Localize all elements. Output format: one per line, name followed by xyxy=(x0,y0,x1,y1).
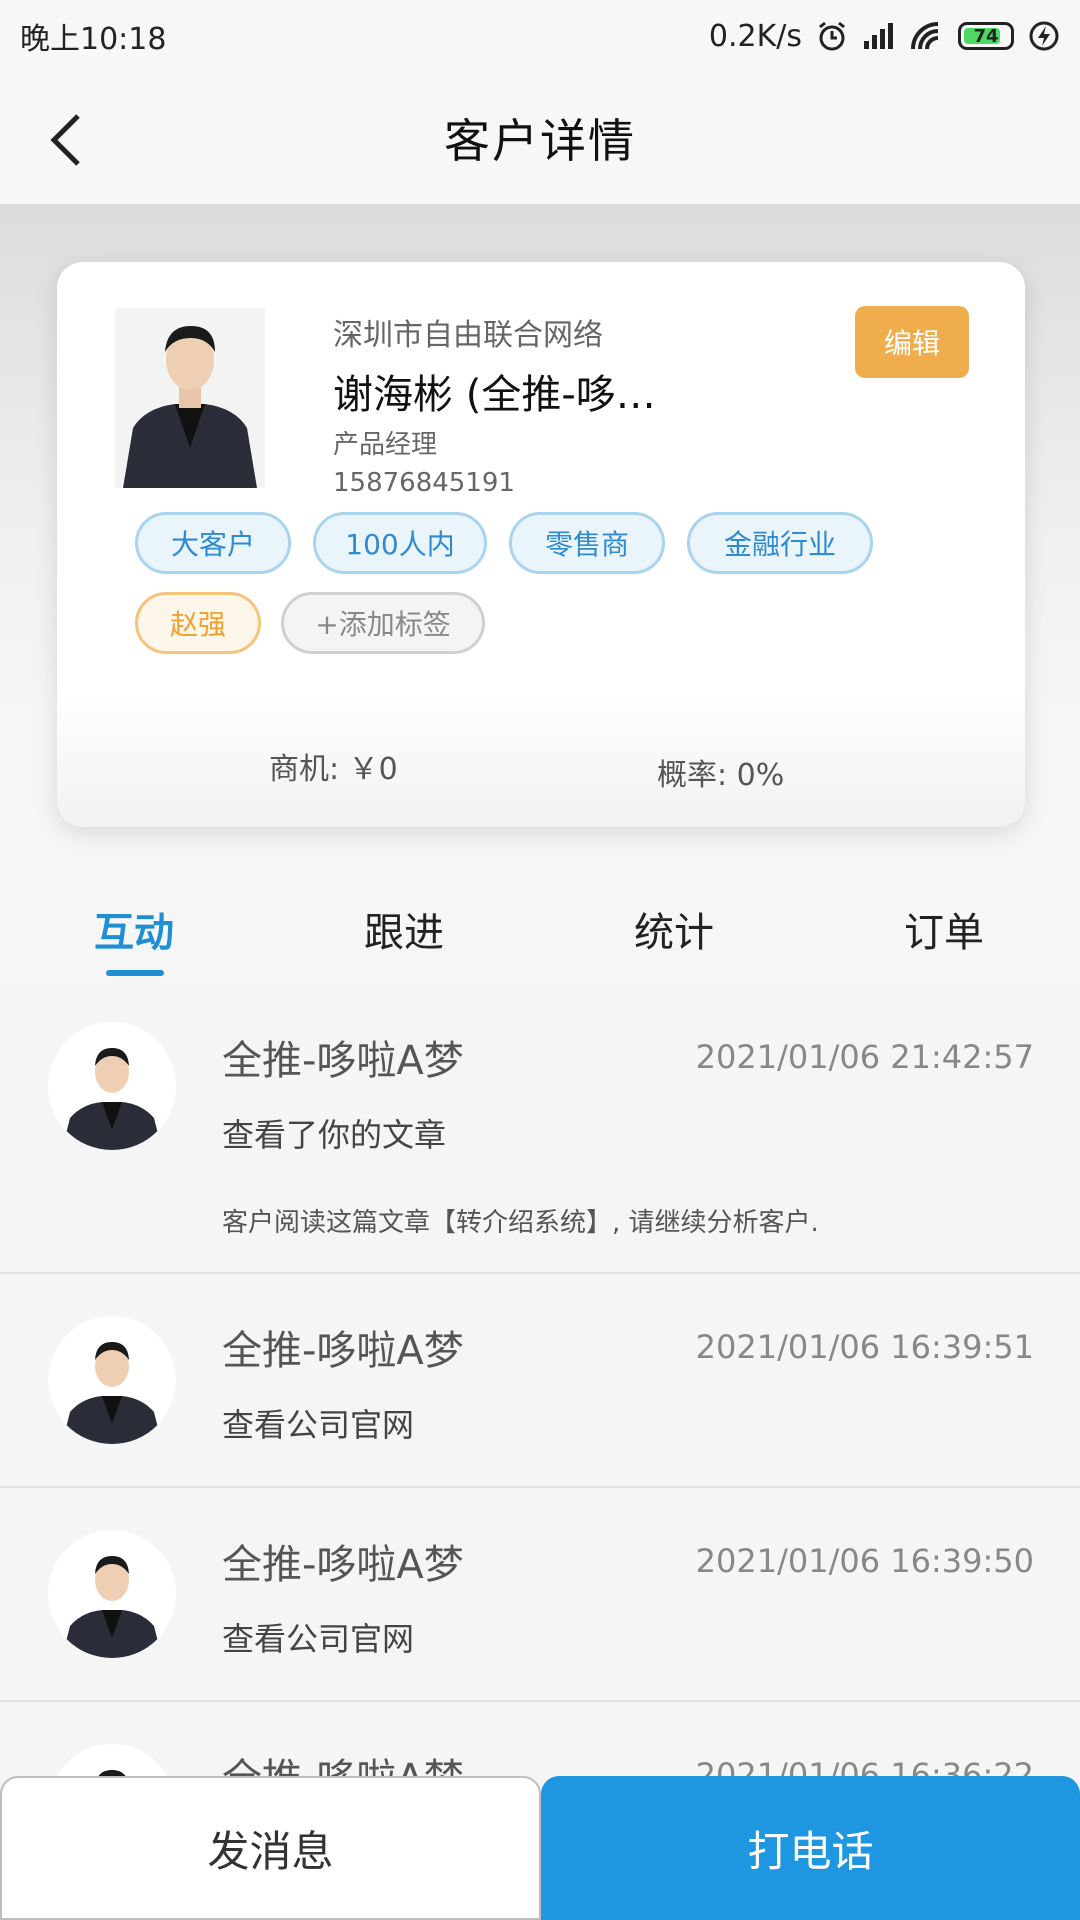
actor-name: 全推-哆啦A梦 xyxy=(222,1542,464,1588)
call-button[interactable]: 打电话 xyxy=(541,1776,1080,1920)
page-title: 客户详情 xyxy=(444,114,636,168)
actor-name: 全推-哆啦A梦 xyxy=(222,1038,464,1084)
battery-level: 74 xyxy=(973,25,999,47)
list-item[interactable]: 全推-哆啦A梦 2021/01/06 21:42:57 查看了你的文章 客户阅读… xyxy=(0,984,1080,1274)
tag-chip[interactable]: 大客户 xyxy=(135,512,291,574)
tag-chip[interactable]: 100人内 xyxy=(313,512,487,574)
add-tag-button[interactable]: +添加标签 xyxy=(281,592,485,654)
send-message-button[interactable]: 发消息 xyxy=(0,1776,541,1920)
company-name: 深圳市自由联合网络 xyxy=(333,318,603,353)
opportunity-value: 商机: ￥0 xyxy=(269,752,398,787)
actor-name: 全推-哆啦A梦 xyxy=(222,1328,464,1374)
back-arrow-icon xyxy=(50,114,80,166)
tab-orders[interactable]: 订单 xyxy=(904,900,984,958)
customer-detail-screen: 晚上10:18 0.2K/s 74 客户详情 深圳市自由联合网络 谢海彬 (全推… xyxy=(0,0,1080,1920)
phone-number[interactable]: 15876845191 xyxy=(333,468,515,498)
avatar xyxy=(48,1316,176,1444)
card-stats: 商机: ￥0 概率: 0% xyxy=(57,692,1025,827)
activity-description: 客户阅读这篇文章【转介绍系统】, 请继续分析客户. xyxy=(222,1208,819,1238)
tab-follow-up[interactable]: 跟进 xyxy=(364,900,444,958)
tab-statistics[interactable]: 统计 xyxy=(634,900,714,958)
avatar xyxy=(48,1530,176,1658)
customer-card: 深圳市自由联合网络 谢海彬 (全推-哆… 产品经理 15876845191 编辑… xyxy=(57,262,1025,827)
job-title: 产品经理 xyxy=(333,430,438,460)
activity-time: 2021/01/06 16:39:50 xyxy=(695,1542,1034,1580)
activity-action: 查看了你的文章 xyxy=(222,1116,447,1154)
network-speed: 0.2K/s xyxy=(708,18,802,54)
status-indicators: 0.2K/s 74 xyxy=(709,19,1060,54)
back-button[interactable] xyxy=(44,110,94,170)
activity-time: 2021/01/06 21:42:57 xyxy=(695,1038,1034,1076)
signal-icon xyxy=(862,21,896,51)
activity-time: 2021/01/06 16:39:51 xyxy=(695,1328,1034,1366)
charging-icon xyxy=(1028,20,1060,52)
customer-name: 谢海彬 (全推-哆… xyxy=(333,372,656,418)
customer-photo xyxy=(115,308,265,488)
list-item[interactable]: 全推-哆啦A梦 2021/01/06 16:39:50 查看公司官网 xyxy=(0,1488,1080,1702)
detail-tabs: 互动 跟进 统计 订单 xyxy=(0,870,1080,982)
edit-button[interactable]: 编辑 xyxy=(855,306,969,378)
activity-action: 查看公司官网 xyxy=(222,1406,415,1444)
bottom-action-bar: 发消息 打电话 xyxy=(0,1776,1080,1920)
status-bar: 晚上10:18 0.2K/s 74 xyxy=(0,0,1080,72)
nav-bar: 客户详情 xyxy=(0,72,1080,204)
battery-icon: 74 xyxy=(958,22,1014,50)
activity-action: 查看公司官网 xyxy=(222,1620,415,1658)
avatar xyxy=(48,1022,176,1150)
wifi-icon xyxy=(910,21,944,51)
tag-chip[interactable]: 金融行业 xyxy=(687,512,873,574)
active-tab-indicator xyxy=(106,970,164,976)
tag-chip[interactable]: 零售商 xyxy=(509,512,665,574)
list-item[interactable]: 全推-哆啦A梦 2021/01/06 16:39:51 查看公司官网 xyxy=(0,1274,1080,1488)
tab-interaction[interactable]: 互动 xyxy=(94,900,174,958)
probability-value: 概率: 0% xyxy=(657,758,785,793)
status-time: 晚上10:18 xyxy=(20,22,167,57)
owner-tag[interactable]: 赵强 xyxy=(135,592,261,654)
alarm-icon xyxy=(816,20,848,52)
